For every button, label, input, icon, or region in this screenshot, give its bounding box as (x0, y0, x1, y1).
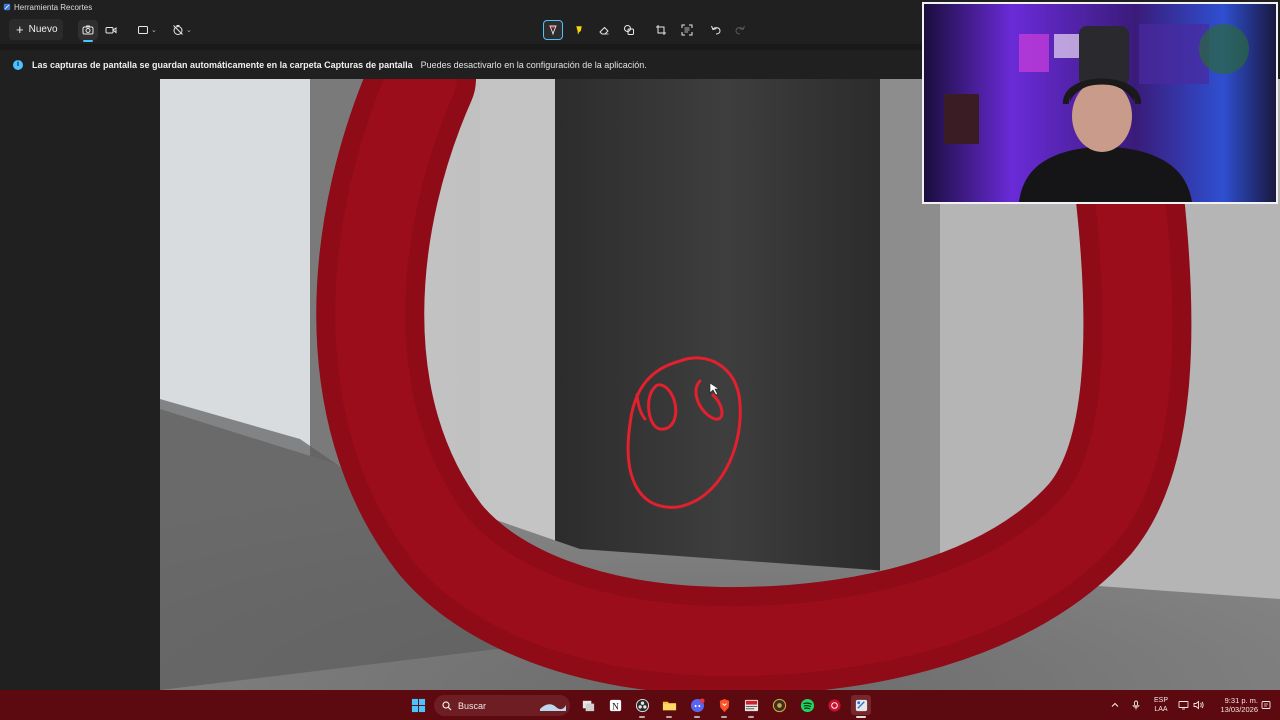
info-bar: i Las capturas de pantalla se guardan au… (0, 50, 922, 79)
webcam-image (924, 4, 1276, 202)
start-button[interactable] (408, 695, 428, 715)
eraser-icon (599, 26, 609, 35)
file-explorer-icon (662, 701, 676, 710)
text-actions-button[interactable] (677, 20, 697, 40)
network-icon (1178, 701, 1189, 710)
info-bar-title: Las capturas de pantalla se guardan auto… (32, 59, 413, 70)
clock-date: 13/03/2026 (1220, 705, 1258, 714)
svg-text:N: N (612, 702, 619, 712)
brave-icon (719, 698, 729, 712)
new-button-label: Nuevo (28, 24, 58, 35)
app-icon (772, 698, 786, 712)
running-indicator (639, 716, 645, 718)
language-code: ESP (1153, 697, 1168, 704)
taskbar-red-app[interactable] (824, 695, 844, 715)
highlighter-icon (575, 25, 583, 35)
microphone-status[interactable] (1131, 690, 1141, 720)
person-face (1072, 80, 1132, 152)
wall-frame (1054, 34, 1079, 58)
notion-icon: N (609, 699, 621, 712)
chevron-down-icon: ⌄ (186, 27, 192, 34)
taskbar-file-explorer[interactable] (659, 695, 679, 718)
running-indicator (721, 716, 727, 718)
spotify-icon (800, 698, 814, 712)
wall-poster (1019, 34, 1049, 72)
shapes-icon (624, 25, 634, 35)
taskbar-discord[interactable] (687, 695, 707, 718)
snipping-tool-icon (855, 699, 867, 711)
shelf (944, 94, 979, 144)
search-placeholder: Buscar (458, 700, 487, 711)
language-indicator[interactable]: ESP LAA (1150, 696, 1172, 714)
clock-time: 9:31 p. m. (1224, 696, 1258, 705)
running-indicator (694, 716, 700, 718)
taskbar-snipping-tool[interactable] (851, 695, 871, 718)
timer-off-icon (173, 25, 183, 35)
text-actions-icon (681, 24, 693, 36)
video-mode-button[interactable] (101, 20, 121, 40)
highlighter-button[interactable] (569, 20, 589, 40)
webcam-overlay (922, 2, 1278, 204)
search-icon (442, 700, 452, 710)
app-red-icon (827, 698, 841, 712)
show-hidden-icons[interactable] (1110, 690, 1120, 720)
window-title: Herramienta Recortes (14, 2, 93, 12)
windows-start-icon (411, 698, 425, 712)
taskbar-brave[interactable] (714, 695, 734, 718)
running-indicator (666, 716, 672, 718)
keyboard-layout: LAA (1154, 706, 1168, 713)
taskbar-search[interactable]: Buscar (434, 695, 570, 716)
eraser-button[interactable] (594, 20, 614, 40)
rectangle-icon (138, 26, 148, 34)
chevron-down-icon: ⌄ (151, 27, 157, 34)
info-icon: i (13, 59, 23, 70)
news-icon (744, 699, 758, 711)
wall-decor (1139, 24, 1209, 84)
gaming-chair (1079, 26, 1129, 86)
task-view-button[interactable] (578, 695, 598, 715)
task-view-icon (582, 700, 594, 711)
new-button[interactable]: + Nuevo (9, 19, 63, 40)
taskbar-notion[interactable]: N (605, 695, 625, 715)
undo-icon (711, 25, 721, 35)
delay-dropdown[interactable]: ⌄ (172, 20, 192, 40)
camera-icon (82, 25, 94, 35)
active-indicator (856, 716, 866, 718)
info-bar-description: Puedes desactivarlo en la configuración … (420, 59, 647, 70)
video-icon (105, 27, 117, 34)
crop-icon (656, 25, 666, 35)
taskbar-clock[interactable]: 9:31 p. m. 13/03/2026 (1210, 696, 1258, 714)
microphone-icon (1132, 700, 1140, 710)
taskbar: Buscar N ESP LAA 9:31 p. m. 13/03/2026 (0, 690, 1280, 720)
ballpoint-pen-button[interactable] (543, 20, 563, 40)
redo-button[interactable] (730, 20, 750, 40)
taskbar-app[interactable] (769, 695, 789, 715)
widget-icon (540, 703, 566, 711)
notification-icon (1261, 701, 1271, 709)
snipping-tool-app-icon (3, 3, 11, 11)
discord-icon (690, 697, 705, 712)
running-indicator (748, 716, 754, 718)
taskbar-obs[interactable] (632, 695, 652, 718)
canvas-margin (0, 79, 160, 690)
chevron-up-icon (1111, 702, 1119, 707)
screenshot-mode-button[interactable] (78, 20, 98, 42)
undo-button[interactable] (706, 20, 726, 40)
snipping-tool-window: Herramienta Recortes + Nuevo ⌄ ⌄ i Las c… (0, 0, 1280, 720)
plus-icon: + (16, 22, 24, 37)
taskbar-spotify[interactable] (797, 695, 817, 715)
volume-status[interactable] (1193, 690, 1205, 720)
speaker-icon (1193, 700, 1204, 710)
crop-button[interactable] (651, 20, 671, 40)
taskbar-news[interactable] (741, 695, 761, 718)
redo-icon (735, 25, 745, 35)
snip-shape-dropdown[interactable]: ⌄ (137, 20, 157, 40)
plant (1199, 24, 1249, 74)
selected-indicator (83, 40, 93, 42)
shapes-button[interactable] (619, 20, 639, 40)
network-status[interactable] (1178, 690, 1190, 720)
obs-icon (635, 698, 649, 712)
notifications-button[interactable] (1261, 690, 1271, 720)
pen-icon (549, 25, 557, 36)
